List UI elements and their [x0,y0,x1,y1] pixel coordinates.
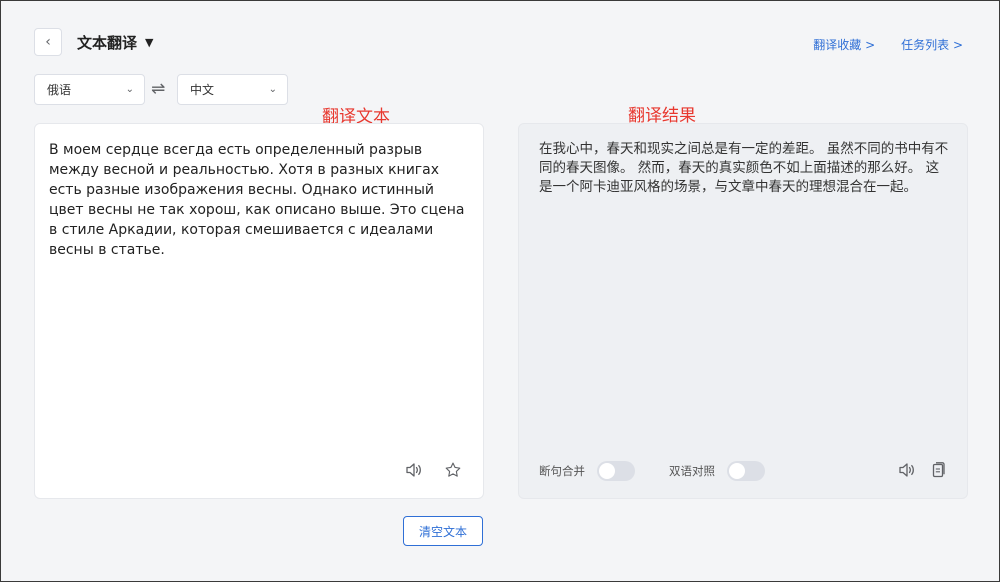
source-text-panel[interactable]: В моем сердце всегда есть определенный р… [34,123,484,499]
caret-down-icon: ▼ [145,36,154,49]
target-language-value: 中文 [190,83,215,97]
target-language-select[interactable]: 中文 ⌄ [177,74,288,105]
page-title-text: 文本翻译 [77,34,138,52]
star-icon[interactable] [442,459,464,481]
swap-languages-icon[interactable]: ⇌ [151,79,165,99]
source-language-select[interactable]: 俄语 ⌄ [34,74,145,105]
bilingual-label: 双语对照 [669,464,715,478]
favorites-link[interactable]: 翻译收藏 > [813,36,875,53]
clear-text-button[interactable]: 清空文本 [403,516,483,546]
top-links: 翻译收藏 > 任务列表 > [813,36,963,53]
speaker-icon[interactable] [403,459,425,481]
copy-icon[interactable] [927,459,949,481]
back-button[interactable]: ‹ [34,28,62,56]
source-language-value: 俄语 [47,83,72,97]
bilingual-switch[interactable] [727,461,765,481]
result-text: 在我心中，春天和现实之间总是有一定的差距。 虽然不同的书中有不同的春天图像。 然… [539,141,949,195]
chevron-down-icon: ⌄ [125,84,134,95]
chevron-left-icon: ‹ [45,34,51,50]
page-title[interactable]: 文本翻译 ▼ [77,32,153,53]
speaker-icon[interactable] [896,459,918,481]
source-text[interactable]: В моем сердце всегда есть определенный р… [49,140,469,260]
result-toggles: 断句合并 双语对照 [539,461,789,481]
chevron-down-icon: ⌄ [268,84,277,95]
merge-sentences-switch[interactable] [597,461,635,481]
task-list-link[interactable]: 任务列表 > [901,36,963,53]
merge-sentences-label: 断句合并 [539,464,585,478]
result-text-panel: 在我心中，春天和现实之间总是有一定的差距。 虽然不同的书中有不同的春天图像。 然… [518,123,968,499]
